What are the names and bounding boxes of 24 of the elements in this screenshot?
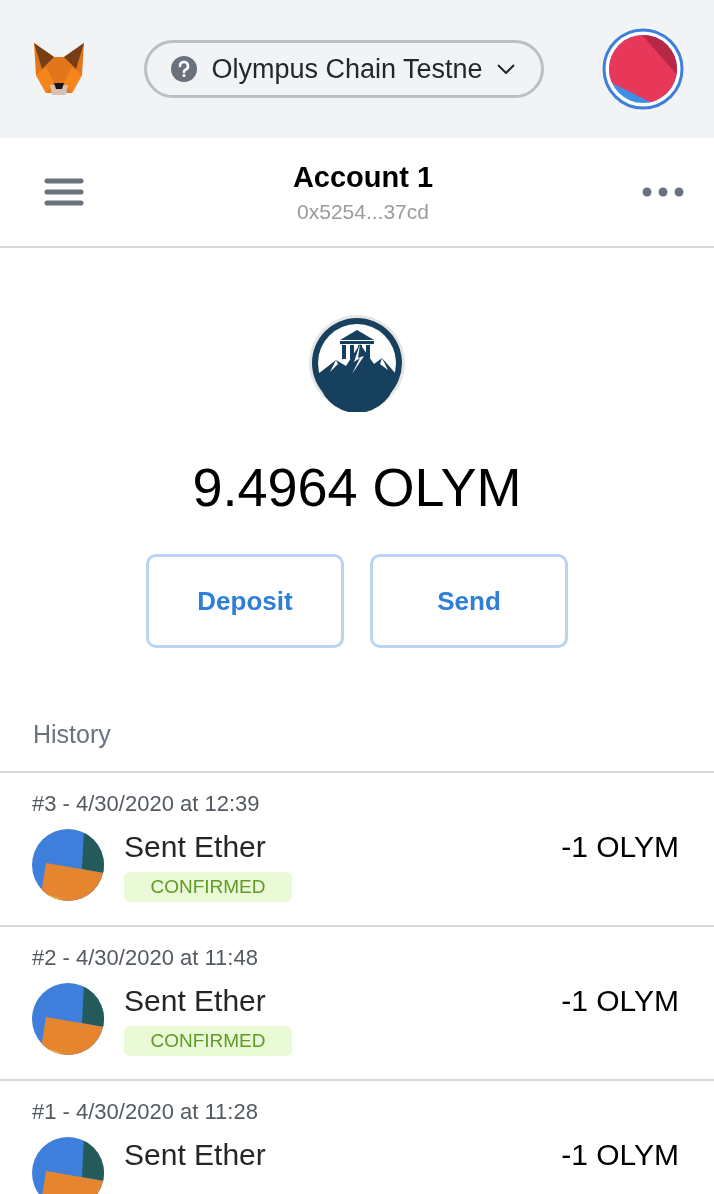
chevron-down-icon bbox=[496, 64, 515, 74]
account-avatar[interactable] bbox=[602, 28, 684, 110]
action-button[interactable]: Deposit bbox=[146, 554, 344, 648]
network-selector[interactable]: Olympus Chain Testne bbox=[144, 40, 544, 98]
menu-icon[interactable] bbox=[44, 177, 84, 207]
transaction-date: #2 - 4/30/2020 at 11:48 bbox=[32, 945, 259, 971]
transaction-date: #3 - 4/30/2020 at 12:39 bbox=[32, 791, 261, 817]
status-badge: CONFIRMED bbox=[124, 872, 292, 902]
account-address[interactable]: 0x5254...37cd bbox=[297, 199, 429, 224]
action-button[interactable]: Send bbox=[370, 554, 568, 648]
status-badge: CONFIRMED bbox=[124, 1026, 292, 1056]
transaction-title: Sent Ether bbox=[124, 1138, 266, 1172]
transaction-amount: -1 OLYM bbox=[561, 830, 679, 864]
transaction-amount: -1 OLYM bbox=[561, 984, 679, 1018]
transaction-date: #1 - 4/30/2020 at 11:28 bbox=[32, 1099, 259, 1125]
balance-amount: 9.4964 OLYM bbox=[192, 456, 522, 518]
help-icon bbox=[171, 56, 198, 82]
transaction-amount: -1 OLYM bbox=[561, 1138, 679, 1172]
section-title: History bbox=[0, 720, 714, 773]
more-options-icon[interactable] bbox=[642, 187, 684, 197]
account-name[interactable]: Account 1 bbox=[292, 160, 434, 194]
transaction-title: Sent Ether bbox=[124, 984, 266, 1018]
identicon-icon bbox=[32, 1137, 104, 1194]
transaction-title: Sent Ether bbox=[124, 830, 266, 864]
